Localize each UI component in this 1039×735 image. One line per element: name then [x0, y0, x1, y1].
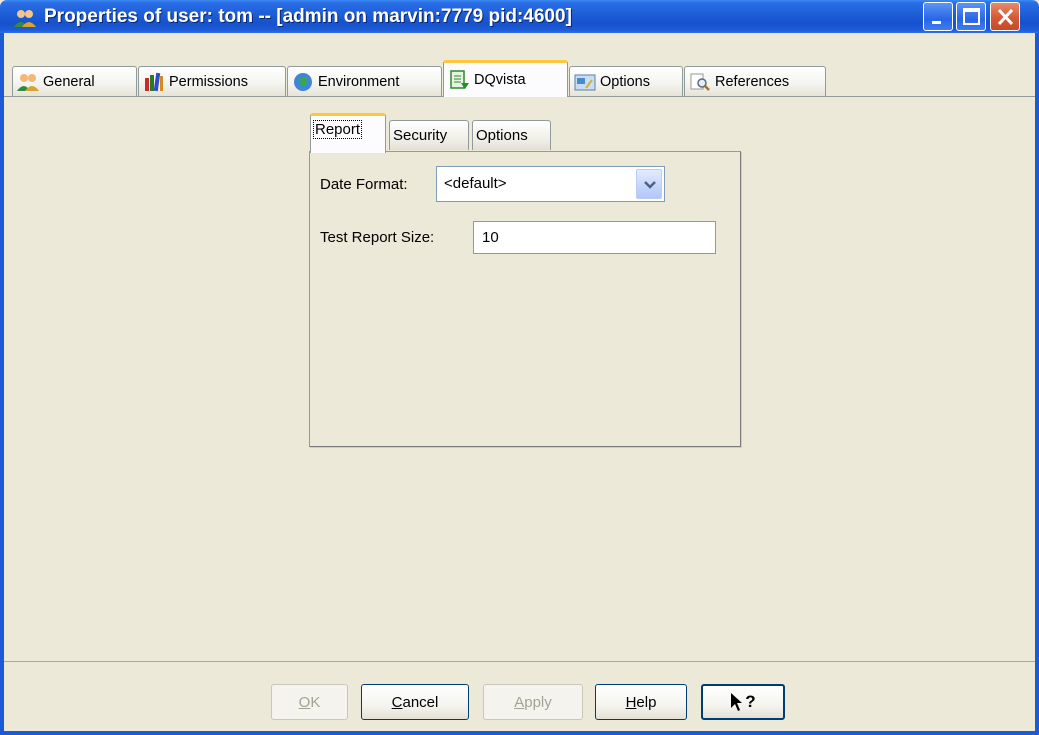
users-icon — [14, 10, 36, 27]
tab-references[interactable]: References — [684, 66, 826, 96]
maximize-button[interactable] — [956, 2, 986, 31]
books-icon — [145, 72, 163, 91]
users-icon — [17, 73, 39, 91]
main-tab-strip: General Permissions Environment DQvista … — [4, 60, 1035, 100]
tab-permissions[interactable]: Permissions — [138, 66, 286, 96]
globe-icon — [294, 72, 312, 91]
help-mnemonic: H — [625, 693, 637, 711]
date-format-label: Date Format: — [320, 176, 408, 193]
pointer-help-icon — [731, 693, 743, 711]
help-label-rest: elp — [636, 693, 657, 711]
test-report-size-input[interactable]: 10 — [473, 221, 716, 254]
ok-mnemonic: O — [298, 693, 311, 711]
title-bar[interactable]: Properties of user: tom -- [admin on mar… — [0, 0, 1039, 33]
inner-tab-security[interactable]: Security — [389, 120, 469, 150]
minimize-button[interactable] — [923, 2, 953, 31]
chevron-down-icon — [644, 181, 656, 189]
inner-tab-label: Options — [476, 127, 528, 144]
tab-label: Permissions — [169, 73, 248, 90]
close-button[interactable] — [990, 2, 1020, 31]
test-report-size-label: Test Report Size: — [320, 229, 435, 246]
ok-label-rest: K — [310, 693, 321, 711]
tab-general[interactable]: General — [12, 66, 137, 96]
tab-dqvista[interactable]: DQvista — [443, 60, 568, 97]
apply-label-rest: pply — [524, 693, 552, 711]
inner-tab-options[interactable]: Options — [472, 120, 551, 150]
tab-label: Options — [600, 73, 650, 90]
context-help-button[interactable]: ? — [701, 684, 785, 720]
window-frame-bottom — [0, 731, 1039, 735]
help-button[interactable]: Help — [595, 684, 687, 720]
cancel-mnemonic: C — [391, 693, 403, 711]
apply-mnemonic: A — [514, 693, 525, 711]
apply-button[interactable]: Apply — [483, 684, 583, 720]
options-icon — [574, 74, 596, 90]
window-frame-right — [1035, 33, 1039, 735]
ok-button[interactable]: OK — [271, 684, 348, 720]
tab-environment[interactable]: Environment — [287, 66, 442, 96]
tab-label: DQvista — [474, 72, 526, 88]
cancel-button[interactable]: Cancel — [361, 684, 469, 720]
maximize-icon — [963, 8, 980, 25]
date-format-select[interactable]: <default> — [436, 166, 665, 202]
tab-label: References — [715, 73, 790, 90]
context-help-label: ? — [745, 692, 756, 711]
cancel-label-rest: ancel — [402, 693, 439, 711]
inner-tab-label: Report — [312, 120, 363, 139]
minimize-icon — [932, 21, 941, 24]
tab-label: General — [43, 73, 95, 90]
inner-tab-label: Security — [393, 127, 448, 144]
date-format-value: <default> — [444, 175, 507, 192]
tab-options[interactable]: Options — [569, 66, 683, 96]
dropdown-button[interactable] — [636, 169, 662, 199]
magnifier-icon — [690, 73, 710, 91]
tab-label: Environment — [318, 73, 400, 90]
window-title: Properties of user: tom -- [admin on mar… — [44, 6, 572, 27]
document-icon — [450, 70, 469, 89]
inner-tab-report[interactable]: Report — [310, 113, 386, 153]
close-icon — [997, 8, 1014, 26]
